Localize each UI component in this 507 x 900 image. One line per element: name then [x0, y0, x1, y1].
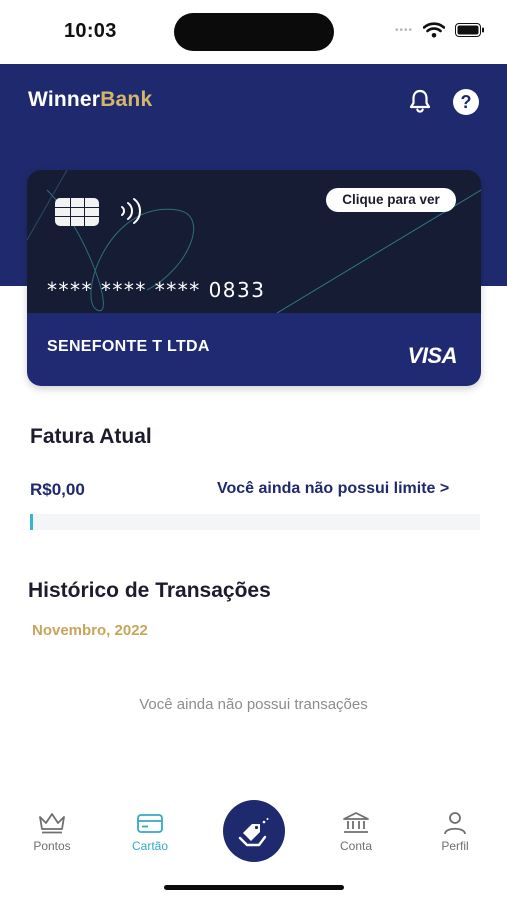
- nav-item-perfil[interactable]: Perfil: [420, 811, 490, 853]
- nav-item-cartao[interactable]: Cartão: [115, 811, 185, 853]
- brand-accent: Bank: [100, 88, 153, 111]
- bank-icon: [343, 812, 369, 833]
- limit-progress-fill: [30, 514, 33, 530]
- help-icon[interactable]: ?: [453, 89, 479, 115]
- history-month[interactable]: Novembro, 2022: [32, 622, 148, 639]
- visa-logo: VISA: [407, 343, 458, 368]
- bell-icon[interactable]: [406, 87, 434, 115]
- crown-icon: [39, 813, 65, 834]
- card-icon: [137, 814, 163, 833]
- card-holder-name: SENEFONTE T LTDA: [47, 338, 210, 355]
- invoice-title: Fatura Atual: [30, 425, 152, 448]
- battery-icon: [455, 23, 484, 37]
- nav-label-cartao: Cartão: [131, 839, 169, 853]
- dynamic-island: [174, 13, 334, 51]
- status-icons: ••••: [395, 22, 485, 38]
- nav-label-conta: Conta: [339, 839, 373, 853]
- cellular-signal-icon: ••••: [394, 24, 413, 36]
- nav-center-button[interactable]: [223, 800, 285, 862]
- no-limit-link[interactable]: Você ainda não possui limite >: [217, 480, 449, 498]
- tag-hand-icon: [238, 818, 269, 847]
- brand-logo: WinnerBank: [28, 88, 152, 112]
- nav-item-pontos[interactable]: Pontos: [17, 811, 87, 853]
- reveal-card-button[interactable]: Clique para ver: [326, 188, 456, 212]
- nav-label-pontos: Pontos: [33, 839, 71, 853]
- invoice-amount: R$0,00: [30, 480, 85, 499]
- history-title: Histórico de Transações: [28, 579, 271, 602]
- nav-item-conta[interactable]: Conta: [321, 811, 391, 853]
- card-number: **** **** **** 0833: [47, 278, 266, 302]
- user-icon: [444, 812, 466, 835]
- empty-transactions-message: Você ainda não possui transações: [139, 696, 368, 713]
- brand-primary: Winner: [28, 88, 101, 111]
- status-bar: 10:03 ••••: [0, 0, 507, 64]
- status-time: 10:03: [64, 20, 117, 42]
- limit-progress-track: [30, 514, 480, 530]
- credit-card[interactable]: Clique para ver **** **** **** 0833 SENE…: [27, 170, 481, 386]
- wifi-icon: [423, 22, 445, 38]
- chip-icon: [55, 198, 99, 226]
- contactless-icon: [121, 198, 141, 224]
- nav-label-perfil: Perfil: [441, 839, 469, 853]
- home-indicator[interactable]: [164, 885, 344, 890]
